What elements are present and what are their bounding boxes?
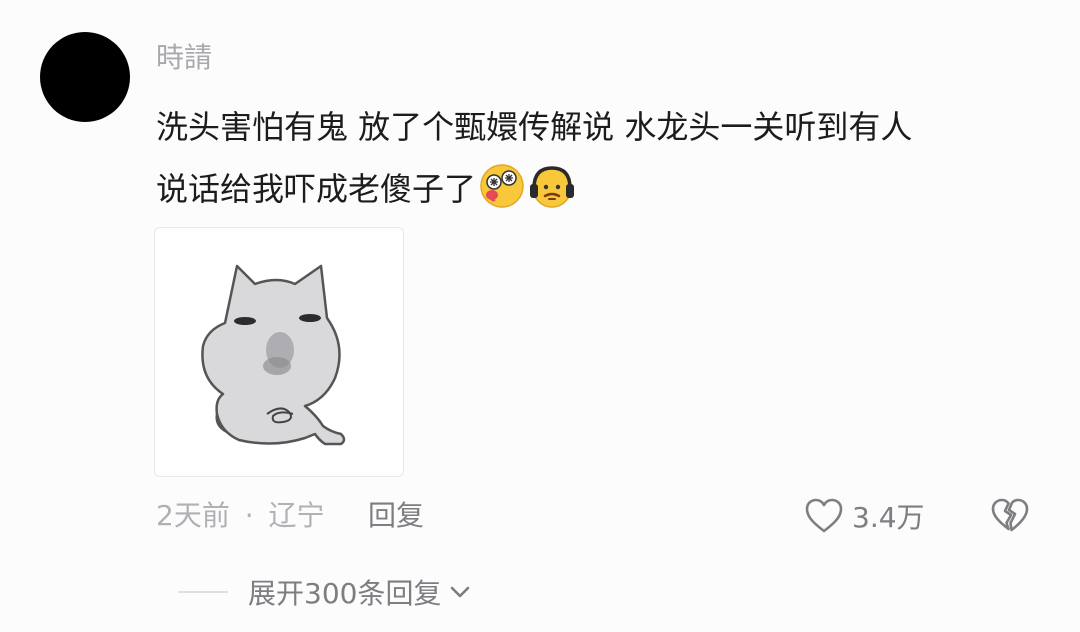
comment-text-line-1: 洗头害怕有鬼 放了个甄嬛传解说 水龙头一关听到有人 (156, 108, 913, 146)
comment-item: 時請 洗头害怕有鬼 放了个甄嬛传解说 水龙头一关听到有人 说话给我吓成老傻子了 (0, 0, 1080, 632)
comment-text-line-2: 说话给我吓成老傻子了 (156, 158, 1056, 220)
drooling-dizzy-emoji-icon (478, 162, 526, 210)
headphones-face-emoji-icon (528, 162, 576, 210)
meta-separator: · (244, 499, 254, 532)
comment-text-line-2-text: 说话给我吓成老傻子了 (156, 170, 477, 208)
like-count: 3.4万 (852, 501, 925, 534)
comment-meta: 2天前 · 辽宁 (156, 494, 325, 538)
heart-icon (804, 497, 844, 535)
comment-location: 辽宁 (268, 499, 325, 532)
like-button[interactable]: 3.4万 (804, 494, 925, 538)
chevron-down-icon (447, 579, 473, 605)
expand-replies-button[interactable]: 展开300条回复 (178, 572, 473, 612)
expand-replies-label: 展开300条回复 (248, 577, 442, 610)
comment-text: 洗头害怕有鬼 放了个甄嬛传解说 水龙头一关听到有人 说话给我吓成老傻子了 (156, 96, 1056, 220)
comment-image[interactable] (154, 227, 404, 477)
dislike-button[interactable] (990, 496, 1030, 536)
broken-heart-icon (990, 498, 1030, 540)
username[interactable]: 時請 (156, 38, 212, 78)
avatar[interactable] (40, 32, 130, 122)
comment-time: 2天前 (156, 499, 230, 532)
expand-divider (178, 591, 228, 593)
reply-button[interactable]: 回复 (368, 494, 424, 538)
cat-meme-sticker-icon (201, 264, 346, 446)
